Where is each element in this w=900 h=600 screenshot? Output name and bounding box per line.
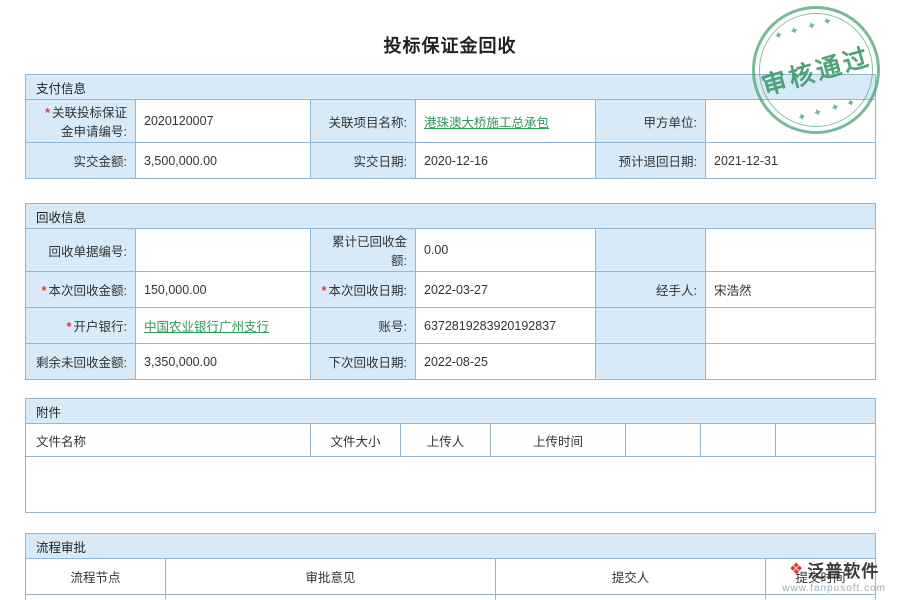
approval-empty-cell	[766, 595, 876, 600]
project-name-label: 关联项目名称:	[311, 100, 416, 143]
approval-section-header: 流程审批	[26, 534, 876, 559]
return-date-label: 预计退回日期:	[596, 143, 706, 179]
apply-no-label: 关联投标保证金申请编号:	[26, 100, 136, 143]
paid-amount-label: 实交金额:	[26, 143, 136, 179]
party-a-value	[706, 100, 876, 143]
handler-label: 经手人:	[596, 272, 706, 308]
recovery-section-title: 回收信息	[26, 204, 876, 229]
fanpu-brand: ❖ 泛普软件 www.fanpusoft.com	[782, 557, 886, 594]
column-header-file-size: 文件大小	[311, 424, 401, 457]
empty-value-cell	[706, 229, 876, 272]
account-label: 账号:	[311, 308, 416, 344]
approval-header-row: 流程节点 审批意见 提交人 提交时间	[26, 559, 876, 595]
handler-value: 宋浩然	[706, 272, 876, 308]
total-recovered-label: 累计已回收金额:	[311, 229, 416, 272]
table-row: 剩余未回收金额: 3,350,000.00 下次回收日期: 2022-08-25	[26, 344, 876, 380]
table-row: 回收单据编号: 累计已回收金额: 0.00	[26, 229, 876, 272]
current-date-value: 2022-03-27	[416, 272, 596, 308]
table-row: 本次回收金额: 150,000.00 本次回收日期: 2022-03-27 经手…	[26, 272, 876, 308]
return-date-value: 2021-12-31	[706, 143, 876, 179]
project-name-link[interactable]: 港珠澳大桥施工总承包	[424, 116, 549, 130]
approval-empty-row	[26, 595, 876, 600]
fanpu-brand-url: www.fanpusoft.com	[782, 583, 886, 594]
empty-label-cell	[596, 344, 706, 380]
column-header-approval-opinion: 审批意见	[166, 559, 496, 595]
bank-label: 开户银行:	[26, 308, 136, 344]
page-title: 投标保证金回收	[0, 0, 900, 58]
empty-header-cell	[626, 424, 701, 457]
paid-date-label: 实交日期:	[311, 143, 416, 179]
recovery-section-header: 回收信息	[26, 204, 876, 229]
page: 投标保证金回收 审核通过 支付信息 关联投标保证金申请编号: 202012000…	[0, 0, 900, 600]
recovery-info-table: 回收信息 回收单据编号: 累计已回收金额: 0.00 本次回收金额: 150,0…	[25, 203, 876, 380]
payment-section-title: 支付信息	[26, 75, 876, 100]
column-header-submitter: 提交人	[496, 559, 766, 595]
payment-section-header: 支付信息	[26, 75, 876, 100]
empty-header-cell	[776, 424, 876, 457]
fanpu-logo-icon: ❖	[789, 562, 803, 578]
table-row: 关联投标保证金申请编号: 2020120007 关联项目名称: 港珠澳大桥施工总…	[26, 100, 876, 143]
attachments-section-title: 附件	[26, 399, 876, 424]
empty-label-cell	[596, 308, 706, 344]
fanpu-brand-row: ❖ 泛普软件	[782, 557, 886, 582]
column-header-file-name: 文件名称	[26, 424, 311, 457]
empty-value-cell	[706, 308, 876, 344]
attachments-header-row: 文件名称 文件大小 上传人 上传时间	[26, 424, 876, 457]
approval-section-title: 流程审批	[26, 534, 876, 559]
remaining-label: 剩余未回收金额:	[26, 344, 136, 380]
empty-value-cell	[706, 344, 876, 380]
bank-link[interactable]: 中国农业银行广州支行	[144, 320, 269, 334]
account-value: 6372819283920192837	[416, 308, 596, 344]
empty-header-cell	[701, 424, 776, 457]
table-row: 开户银行: 中国农业银行广州支行 账号: 6372819283920192837	[26, 308, 876, 344]
attachments-empty-cell	[26, 457, 876, 513]
total-recovered-value: 0.00	[416, 229, 596, 272]
remaining-value: 3,350,000.00	[136, 344, 311, 380]
approval-empty-cell	[166, 595, 496, 600]
attachments-empty-row	[26, 457, 876, 513]
column-header-uploader: 上传人	[401, 424, 491, 457]
approval-empty-cell	[26, 595, 166, 600]
attachments-table: 附件 文件名称 文件大小 上传人 上传时间	[25, 398, 876, 513]
current-amount-label: 本次回收金额:	[26, 272, 136, 308]
apply-no-value: 2020120007	[136, 100, 311, 143]
next-date-label: 下次回收日期:	[311, 344, 416, 380]
doc-no-label: 回收单据编号:	[26, 229, 136, 272]
empty-label-cell	[596, 229, 706, 272]
column-header-upload-time: 上传时间	[491, 424, 626, 457]
fanpu-brand-name: 泛普软件	[807, 557, 879, 582]
next-date-value: 2022-08-25	[416, 344, 596, 380]
column-header-flow-node: 流程节点	[26, 559, 166, 595]
paid-amount-value: 3,500,000.00	[136, 143, 311, 179]
current-date-label: 本次回收日期:	[311, 272, 416, 308]
party-a-label: 甲方单位:	[596, 100, 706, 143]
table-row: 实交金额: 3,500,000.00 实交日期: 2020-12-16 预计退回…	[26, 143, 876, 179]
current-amount-value: 150,000.00	[136, 272, 311, 308]
payment-info-table: 支付信息 关联投标保证金申请编号: 2020120007 关联项目名称: 港珠澳…	[25, 74, 876, 179]
approval-flow-table: 流程审批 流程节点 审批意见 提交人 提交时间	[25, 533, 876, 600]
approval-empty-cell	[496, 595, 766, 600]
attachments-section-header: 附件	[26, 399, 876, 424]
doc-no-value	[136, 229, 311, 272]
paid-date-value: 2020-12-16	[416, 143, 596, 179]
